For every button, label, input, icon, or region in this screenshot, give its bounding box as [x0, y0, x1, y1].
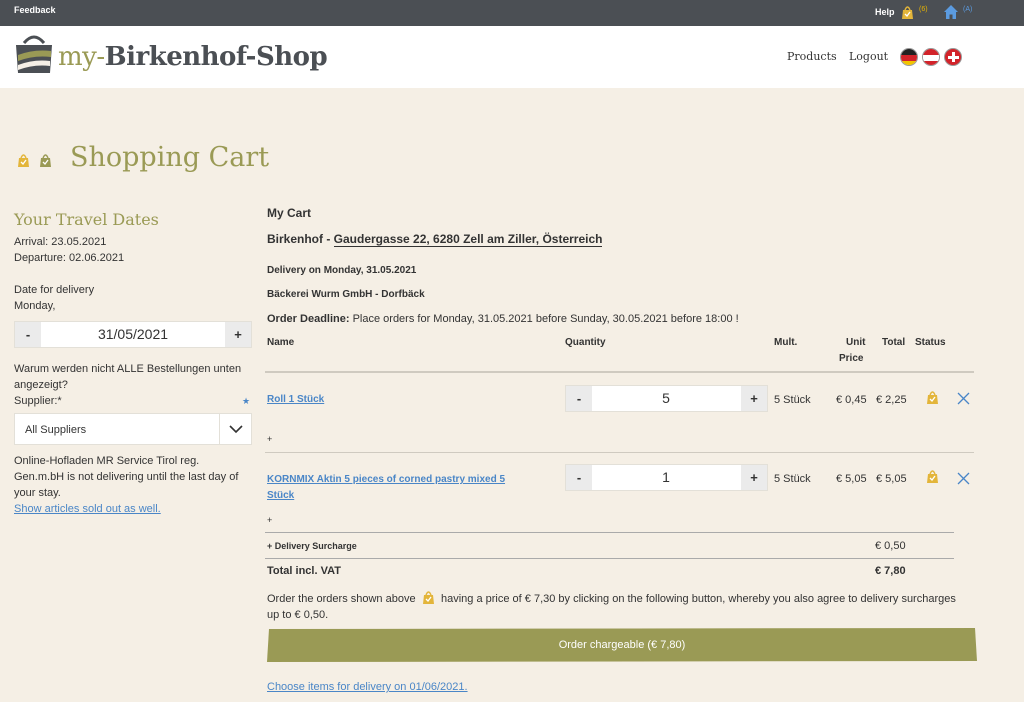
delivery-date-input[interactable]: 31/05/2021 — [41, 322, 225, 347]
quantity-decrement-button[interactable]: - — [566, 386, 592, 411]
delivery-date-heading: Delivery on Monday, 31.05.2021 — [267, 265, 417, 276]
item-mult: 5 Stück — [774, 394, 811, 406]
supplier-notice-text: Gen.m.bH is not delivering until the las… — [14, 471, 239, 483]
quantity-input[interactable]: 5 — [592, 386, 740, 411]
item-unit-price: € 0,45 — [836, 394, 867, 406]
status-bag-icon — [927, 470, 938, 483]
column-status: Status — [915, 337, 946, 348]
home-count: (A) — [963, 6, 973, 13]
item-mult: 5 Stück — [774, 473, 811, 485]
departure-date: Departure: 02.06.2021 — [14, 252, 125, 264]
supplier-select-value: All Suppliers — [25, 424, 87, 436]
quantity-increment-button[interactable]: + — [741, 465, 767, 490]
page-title: Shopping Cart — [70, 142, 270, 173]
order-info-text: having a price of € 7,30 by clicking on … — [441, 593, 956, 605]
quantity-increment-button[interactable]: + — [741, 386, 767, 411]
ch-flag-icon[interactable] — [944, 48, 962, 66]
delivery-date-label: Date for delivery — [14, 284, 95, 296]
arrival-date: Arrival: 23.05.2021 — [14, 236, 107, 248]
item-total: € 2,25 — [876, 394, 907, 406]
column-mult: Mult. — [774, 337, 798, 348]
delivery-surcharge-value: € 0,50 — [875, 540, 906, 552]
delivery-surcharge-label: + Delivery Surcharge — [267, 541, 357, 551]
top-bar: Feedback Help (6) (A) — [0, 0, 1024, 26]
date-increment-button[interactable]: + — [225, 322, 251, 347]
header-curve-divider — [0, 78, 1024, 86]
cart-count: (6) — [919, 6, 928, 13]
supplier-select[interactable]: All Suppliers — [14, 413, 252, 445]
column-total: Total — [882, 337, 906, 348]
supplier-name: Bäckerei Wurm GmbH - Dorfbäck — [267, 289, 425, 300]
status-bag-icon — [927, 391, 938, 404]
supplier-label: Supplier:* — [14, 395, 62, 407]
travel-dates-heading: Your Travel Dates — [14, 210, 159, 229]
logo-text[interactable]: my-Birkenhof-Shop — [58, 42, 328, 72]
required-star-icon: ★ — [242, 396, 251, 406]
item-name-link[interactable]: KORNMIX Aktin 5 pieces of corned pastry … — [267, 474, 505, 485]
nav-products-link[interactable]: Products — [787, 50, 837, 63]
remove-item-close-icon[interactable] — [957, 472, 970, 485]
show-sold-out-link[interactable]: Show articles sold out as well. — [14, 503, 161, 515]
bag-icon — [423, 591, 434, 604]
why-not-all-orders-text: Warum werden nicht ALLE Bestellungen unt… — [14, 363, 242, 375]
item-name-link[interactable]: Roll 1 Stück — [267, 394, 324, 405]
item-add-note-button[interactable]: + — [267, 434, 272, 444]
remove-item-close-icon[interactable] — [957, 392, 970, 405]
logo-basket-icon[interactable] — [14, 33, 54, 75]
total-label: Total incl. VAT — [267, 565, 341, 577]
supplier-notice-text: your stay. — [14, 487, 61, 499]
supplier-notice-text: Online-Hofladen MR Service Tirol reg. — [14, 455, 200, 467]
header-divider — [265, 371, 974, 373]
feedback-link[interactable]: Feedback — [14, 5, 56, 15]
my-cart-heading: My Cart — [267, 206, 312, 220]
location-address: Gaudergasse 22, 6280 Zell am Ziller, Öst… — [333, 232, 603, 247]
chevron-down-icon[interactable] — [219, 414, 251, 444]
date-decrement-button[interactable]: - — [15, 322, 41, 347]
item-unit-price: € 5,05 — [836, 473, 867, 485]
column-unit-price: Unit — [846, 337, 866, 348]
item-name-link[interactable]: Stück — [267, 490, 294, 501]
quantity-input[interactable]: 1 — [592, 465, 740, 490]
cart-bag-icon[interactable] — [900, 4, 915, 20]
order-deadline: Order Deadline: Place orders for Monday,… — [267, 313, 739, 325]
next-delivery-link[interactable]: Choose items for delivery on 01/06/2021. — [267, 681, 468, 693]
bag-icon — [18, 154, 29, 167]
row-divider — [265, 452, 974, 453]
delivery-location: Birkenhof - Gaudergasse 22, 6280 Zell am… — [267, 232, 603, 247]
quantity-stepper: - 1 + — [565, 464, 768, 491]
home-icon[interactable] — [943, 4, 959, 20]
why-not-all-orders-text: angezeigt? — [14, 379, 68, 391]
quantity-stepper: - 5 + — [565, 385, 768, 412]
total-divider — [265, 558, 954, 559]
column-name: Name — [267, 337, 295, 348]
order-info-text: up to € 0,50. — [267, 609, 329, 621]
delivery-date-stepper: - 31/05/2021 + — [14, 321, 252, 348]
delivery-day: Monday, — [14, 300, 56, 312]
total-value: € 7,80 — [875, 565, 906, 577]
de-flag-icon[interactable] — [900, 48, 918, 66]
column-quantity: Quantity — [565, 337, 606, 348]
help-link[interactable]: Help — [875, 7, 895, 17]
column-unit-price: Price — [839, 353, 864, 364]
row-divider — [265, 532, 954, 533]
at-flag-icon[interactable] — [922, 48, 940, 66]
item-total: € 5,05 — [876, 473, 907, 485]
item-add-note-button[interactable]: + — [267, 515, 272, 525]
order-info-text: Order the orders shown above — [267, 593, 416, 605]
nav-logout-link[interactable]: Logout — [849, 50, 888, 63]
bag-icon — [40, 154, 51, 167]
order-chargeable-button[interactable]: Order chargeable (€ 7,80) — [267, 628, 977, 662]
quantity-decrement-button[interactable]: - — [566, 465, 592, 490]
